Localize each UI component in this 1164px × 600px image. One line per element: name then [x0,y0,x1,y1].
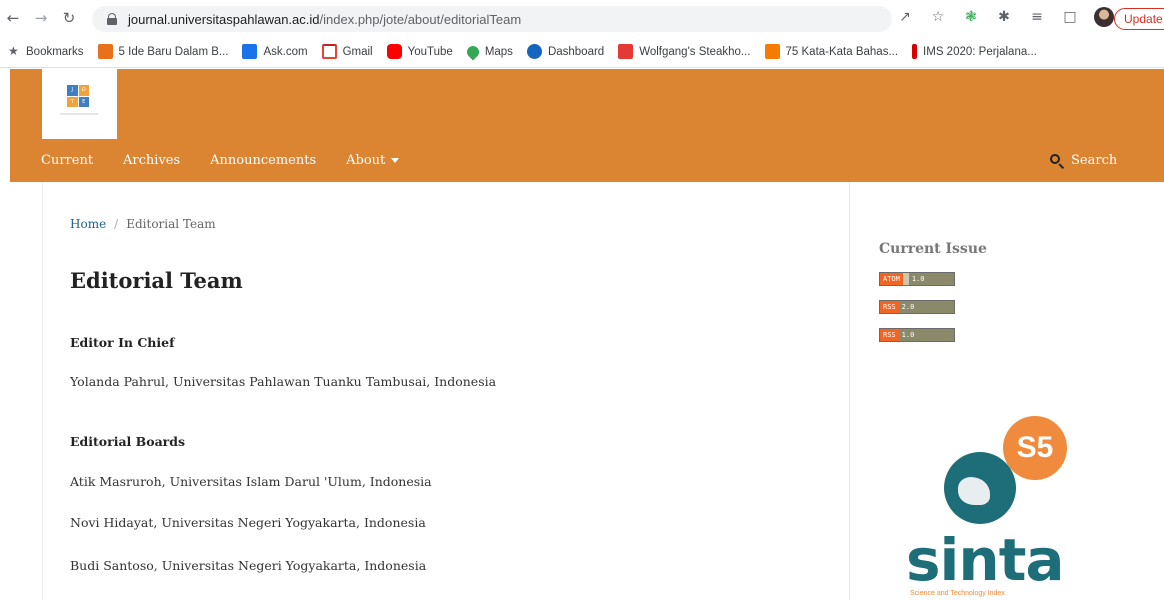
bookmark-item[interactable]: Maps [464,43,513,60]
wolfgang-icon [618,44,634,59]
bookmark-item[interactable]: Dashboard [526,44,604,59]
editor-member: Yolanda Pahrul, Universitas Pahlawan Tua… [70,374,497,389]
blog-icon [97,44,113,59]
dashboard-icon [526,44,542,59]
search-icon [1050,153,1065,169]
reload-icon[interactable]: ↻ [58,7,80,29]
board-member: Budi Santoso, Universitas Negeri Yogyaka… [70,558,427,573]
reading-list-icon[interactable]: ≡ [1028,7,1046,27]
youtube-icon [386,44,402,59]
gmail-icon [321,44,337,59]
bookmark-star-icon[interactable]: ☆ [929,7,947,27]
section-heading: Editor In Chief [70,335,175,350]
browser-toolbar: ← → ↻ journal.universitaspahlawan.ac.id/… [0,0,1164,36]
breadcrumb-current: Editorial Team [126,217,216,231]
atom-feed-badge[interactable]: ATOM 1.0 [879,272,955,286]
primary-nav: Current Archives Announcements About [41,153,429,168]
breadcrumb: Home / Editorial Team [70,217,216,231]
page-title: Editorial Team [70,268,243,293]
logo-mark: J O T E [67,85,89,107]
profile-avatar[interactable] [1094,7,1114,27]
board-member: Novi Hidayat, Universitas Negeri Yogyaka… [70,515,426,530]
logo-tagline [60,113,98,115]
extension-icon[interactable]: ❃ [962,7,980,27]
rss1-feed-badge[interactable]: RSS 1.0 [879,328,955,342]
maps-icon [464,43,482,60]
bookmark-item[interactable]: Wolfgang's Steakho... [618,44,751,59]
ims-icon [912,44,918,59]
puzzle-extensions-icon[interactable]: ✱ [995,7,1013,27]
caret-down-icon [391,158,400,163]
ask-icon [242,44,258,59]
back-arrow-icon[interactable]: ← [2,7,24,29]
star-icon: ★ [8,44,19,58]
bookmark-item[interactable]: Gmail [321,44,373,59]
forward-arrow-icon[interactable]: → [30,7,52,29]
site-header: J O T E Current Archives Announcements A… [10,69,1164,182]
sinta-s5-badge: S5 [1003,416,1067,480]
sinta-logo[interactable]: S5 sinta Science and Technology Index [906,412,1096,600]
sidebar: Current Issue ATOM 1.0 RSS 2.0 RSS 1.0 S5 s… [851,182,1164,600]
url-text: journal.universitaspahlawan.ac.id/index.… [128,11,522,27]
kata-icon [764,44,780,59]
bookmark-item[interactable]: Ask.com [242,44,308,59]
search-link[interactable]: Search [1050,153,1117,169]
nav-about[interactable]: About [346,153,400,168]
share-icon[interactable]: ↗ [896,7,914,27]
section-heading: Editorial Boards [70,434,186,449]
board-member: Atik Masruroh, Universitas Islam Darul '… [70,474,432,489]
lock-icon [106,13,118,25]
address-bar[interactable]: journal.universitaspahlawan.ac.id/index.… [92,6,892,32]
rss2-feed-badge[interactable]: RSS 2.0 [879,300,955,314]
bookmark-item[interactable]: 5 Ide Baru Dalam B... [97,44,228,59]
breadcrumb-home[interactable]: Home [70,217,106,231]
main-content: Home / Editorial Team Editorial Team Edito… [42,182,850,600]
sinta-tagline: Science and Technology Index [910,590,1005,597]
journal-logo[interactable]: J O T E [42,69,117,139]
bookmarks-bar: ★ Bookmarks 5 Ide Baru Dalam B... Ask.com… [0,36,1164,68]
side-panel-icon[interactable]: □ [1061,7,1079,27]
toolbar-icons: ↗ ☆ ❃ ✱ ≡ □ [896,7,1114,27]
bookmark-item[interactable]: ★ Bookmarks [8,44,84,59]
update-button[interactable]: Update [1114,8,1164,30]
nav-current[interactable]: Current [41,153,93,168]
nav-archives[interactable]: Archives [123,153,180,168]
bookmark-item[interactable]: IMS 2020: Perjalana... [912,44,1037,59]
bookmark-item[interactable]: 75 Kata-Kata Bahas... [764,44,898,59]
sinta-wordmark: sinta [906,526,1065,594]
nav-announcements[interactable]: Announcements [210,153,316,168]
current-issue-title: Current Issue [879,241,987,257]
bookmark-item[interactable]: YouTube [386,44,453,59]
